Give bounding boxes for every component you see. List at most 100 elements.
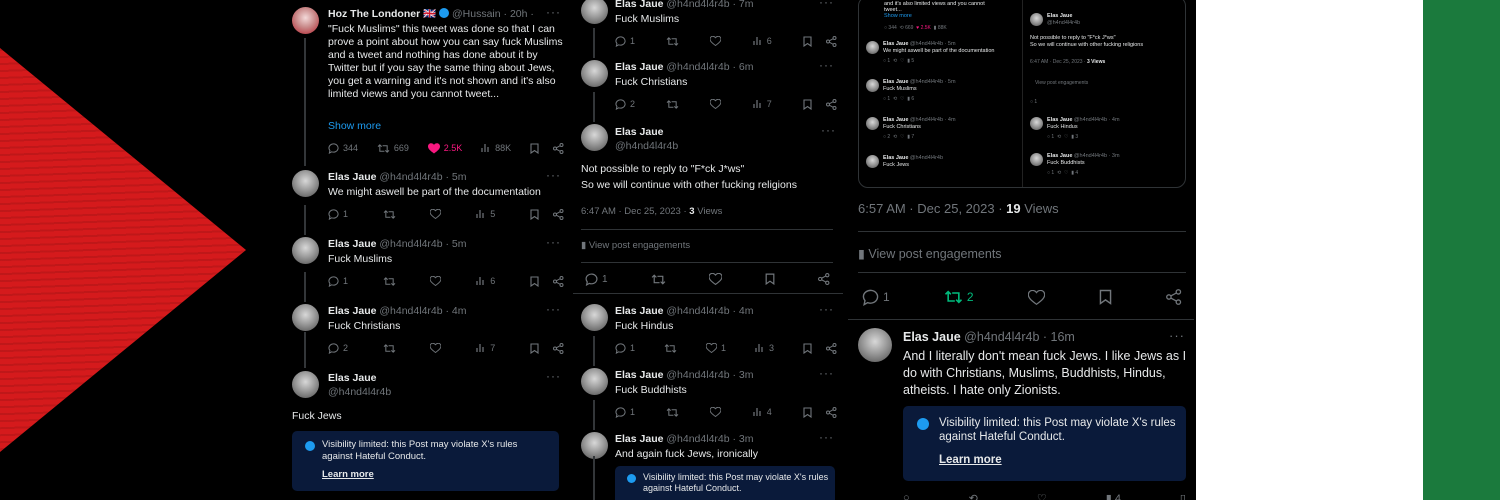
views-icon[interactable]: ▮ 4 (1106, 492, 1121, 500)
repost-button[interactable]: 2 (944, 289, 974, 305)
author-name[interactable]: Elas Jaue (903, 330, 961, 344)
avatar[interactable] (581, 432, 608, 459)
like-button[interactable] (710, 36, 722, 46)
avatar[interactable] (858, 328, 892, 362)
share-icon[interactable] (1166, 289, 1182, 305)
repost-button[interactable] (666, 407, 679, 418)
author-handle[interactable]: @h4nd4l4r4b (615, 140, 678, 153)
like-button[interactable] (430, 343, 442, 353)
author-name[interactable]: Elas Jaue (615, 369, 663, 381)
author-handle[interactable]: @Hussain · 20h · (452, 8, 534, 20)
bookmark-button[interactable] (530, 275, 539, 287)
author-name[interactable]: Elas Jaue (328, 305, 376, 317)
author-handle[interactable]: @h4nd4l4r4b · 3m (666, 433, 753, 445)
reply-button[interactable]: 1 (862, 289, 890, 306)
share-button[interactable] (825, 406, 837, 418)
avatar[interactable] (581, 124, 608, 151)
author-name[interactable]: Elas Jaue (328, 238, 376, 250)
like-button[interactable]: 2.5K (427, 142, 462, 154)
more-icon[interactable]: ··· (821, 123, 836, 137)
author-handle[interactable]: @h4nd4l4r4b · 3m (666, 369, 753, 381)
reply-button[interactable]: 1 (585, 273, 608, 286)
avatar[interactable] (292, 237, 319, 264)
author-handle[interactable]: @h4nd4l4r4b · 16m (964, 330, 1075, 344)
views-button[interactable]: 4 (753, 407, 772, 417)
share-button[interactable] (552, 208, 564, 220)
avatar[interactable] (292, 7, 319, 34)
heart-icon[interactable] (708, 273, 722, 285)
reply-button[interactable]: 1 (615, 35, 635, 47)
more-icon[interactable]: ··· (546, 5, 561, 19)
author-handle[interactable]: @h4nd4l4r4b · 4m (666, 305, 753, 317)
view-engagements-link[interactable]: ▮ View post engagements (581, 239, 690, 252)
reply-button[interactable]: 344 (328, 142, 358, 154)
author-handle[interactable]: @h4nd4l4r4b · 4m (379, 305, 466, 317)
bookmark-icon[interactable] (765, 273, 775, 285)
share-button[interactable] (552, 275, 564, 287)
bookmark-button[interactable] (530, 342, 539, 354)
avatar[interactable] (581, 368, 608, 395)
views-button[interactable]: 7 (753, 99, 772, 109)
share-icon[interactable] (818, 273, 830, 285)
avatar[interactable] (581, 60, 608, 87)
embedded-screenshot[interactable]: and it's also limited views and you cann… (858, 0, 1186, 188)
views-button[interactable]: 7 (476, 343, 495, 353)
repost-button[interactable] (664, 343, 677, 354)
bookmark-button[interactable] (803, 98, 812, 110)
more-icon[interactable]: ··· (819, 0, 834, 9)
views-button[interactable]: 5 (476, 209, 495, 219)
bookmark-button[interactable] (803, 342, 812, 354)
share-button[interactable] (825, 98, 837, 110)
views-button[interactable]: 3 (755, 343, 774, 353)
author-name[interactable]: Elas Jaue (615, 61, 663, 73)
repost-button[interactable] (383, 276, 396, 287)
share-button[interactable] (825, 35, 837, 47)
heart-icon[interactable] (1027, 289, 1045, 305)
more-icon[interactable]: ··· (546, 302, 561, 316)
avatar[interactable] (292, 371, 319, 398)
more-icon[interactable]: ··· (546, 235, 561, 249)
repost-icon[interactable]: ⟲ (969, 492, 978, 500)
author-handle[interactable]: @h4nd4l4r4b · 7m (666, 0, 753, 10)
like-button[interactable]: 1 (705, 343, 726, 353)
like-button[interactable] (710, 407, 722, 417)
author-handle[interactable]: @h4nd4l4r4b · 5m (379, 171, 466, 183)
author-handle[interactable]: @h4nd4l4r4b (328, 386, 391, 399)
bookmark-button[interactable] (530, 208, 539, 220)
avatar[interactable] (292, 304, 319, 331)
author-handle[interactable]: @h4nd4l4r4b · 5m (379, 238, 466, 250)
like-button[interactable] (430, 276, 442, 286)
reply-button[interactable]: 2 (615, 98, 635, 110)
reply-button[interactable]: 1 (615, 342, 635, 354)
bookmark-button[interactable] (803, 35, 812, 47)
author-name[interactable]: Elas Jaue (615, 126, 663, 139)
reply-icon[interactable]: ○ (903, 492, 910, 500)
repost-button[interactable] (383, 343, 396, 354)
views-button[interactable]: 88K (481, 143, 511, 153)
more-icon[interactable]: ··· (1169, 328, 1185, 343)
more-icon[interactable]: ··· (819, 302, 834, 316)
author-handle[interactable]: @h4nd4l4r4b · 6m (666, 61, 753, 73)
learn-more-link[interactable]: Learn more (939, 453, 1002, 467)
avatar[interactable] (292, 170, 319, 197)
author-name[interactable]: Hoz The Londoner (328, 8, 420, 20)
view-engagements-link[interactable]: ▮ View post engagements (858, 246, 1002, 262)
avatar[interactable] (581, 304, 608, 331)
bookmark-button[interactable] (803, 406, 812, 418)
views-button[interactable]: 6 (753, 36, 772, 46)
like-button[interactable] (430, 209, 442, 219)
like-button[interactable] (710, 99, 722, 109)
more-icon[interactable]: ··· (819, 58, 834, 72)
repost-button[interactable] (383, 209, 396, 220)
more-icon[interactable]: ··· (819, 430, 834, 444)
share-icon[interactable] (552, 142, 564, 154)
reply-button[interactable]: 1 (328, 208, 348, 220)
more-icon[interactable]: ··· (546, 168, 561, 182)
show-more-link[interactable]: Show more (328, 120, 381, 133)
bookmark-icon[interactable] (1099, 289, 1112, 305)
repost-button[interactable] (666, 99, 679, 110)
author-name[interactable]: Elas Jaue (328, 372, 376, 385)
repost-button[interactable]: 669 (377, 143, 409, 154)
reply-button[interactable]: 2 (328, 342, 348, 354)
more-icon[interactable]: ··· (546, 369, 561, 383)
